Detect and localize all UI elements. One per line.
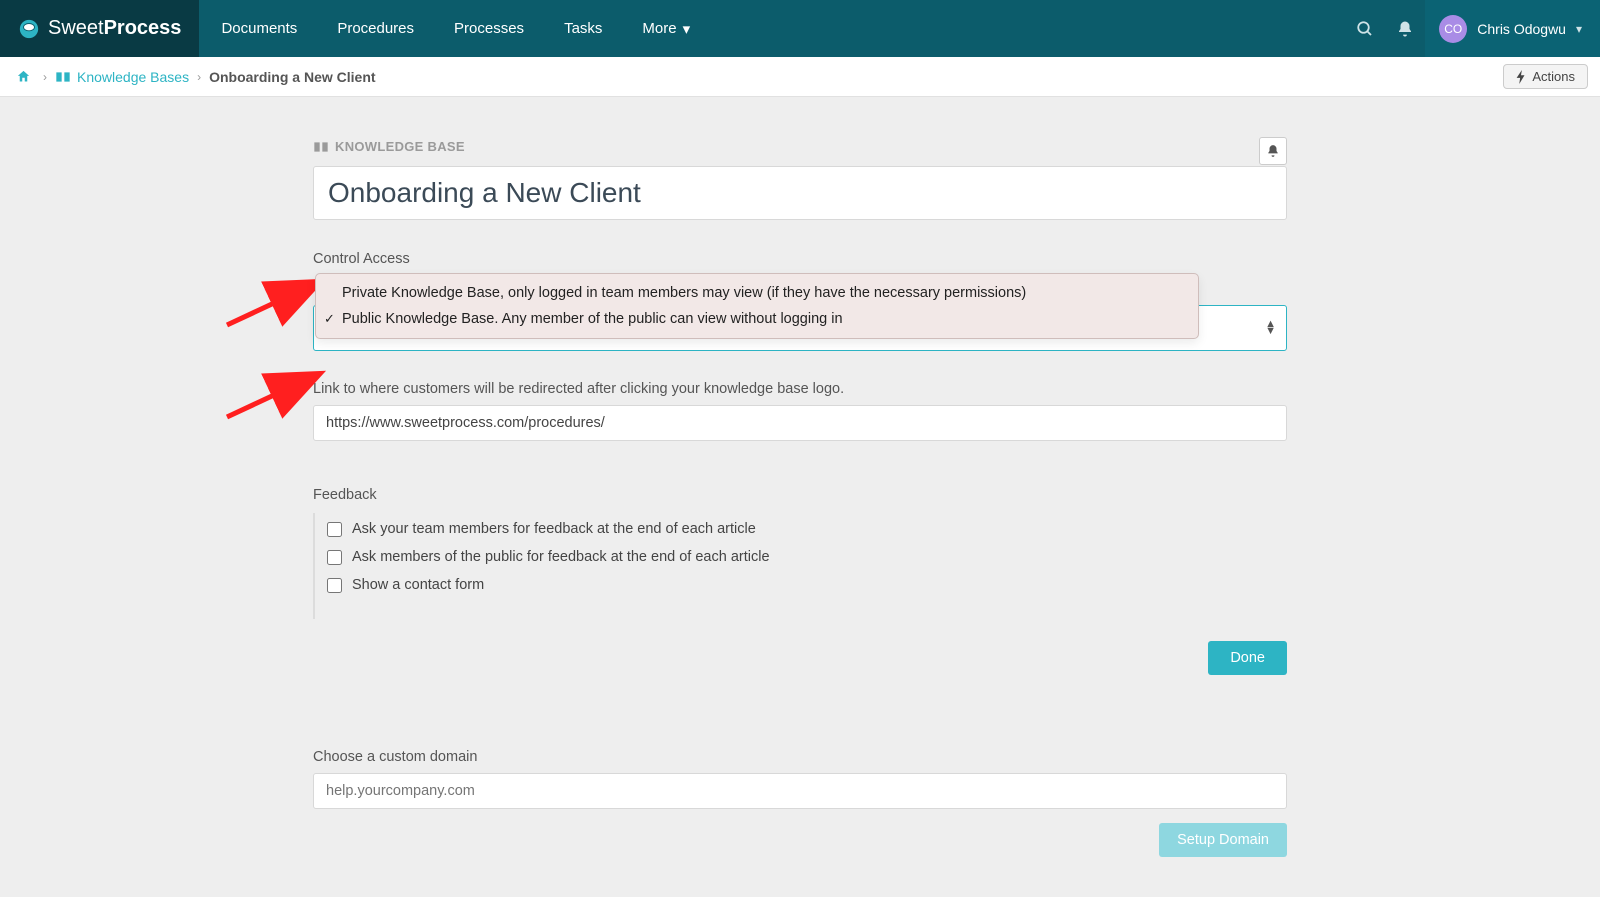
actions-button[interactable]: Actions: [1503, 64, 1588, 89]
main-content: KNOWLEDGE BASE Control Access ▲▼ Private…: [313, 97, 1287, 897]
done-button[interactable]: Done: [1208, 641, 1287, 675]
custom-domain-label: Choose a custom domain: [313, 749, 1287, 765]
user-name: Chris Odogwu: [1477, 21, 1566, 37]
subscribe-button[interactable]: [1259, 137, 1287, 165]
nav-tasks[interactable]: Tasks: [544, 0, 622, 57]
user-menu[interactable]: CO Chris Odogwu ▾: [1425, 0, 1600, 57]
custom-domain-input[interactable]: [313, 773, 1287, 809]
nav-processes[interactable]: Processes: [434, 0, 544, 57]
brand-logo[interactable]: SweetProcess: [0, 0, 199, 57]
book-icon: [313, 140, 329, 154]
breadcrumb-separator: ›: [197, 70, 201, 84]
nav-documents[interactable]: Documents: [199, 0, 317, 57]
breadcrumb-kb[interactable]: Knowledge Bases: [55, 69, 189, 85]
avatar: CO: [1439, 15, 1467, 43]
redirect-input[interactable]: [313, 405, 1287, 441]
feedback-opt-contact[interactable]: Show a contact form: [327, 571, 1287, 599]
book-icon: [55, 70, 71, 84]
nav-procedures[interactable]: Procedures: [317, 0, 434, 57]
home-link[interactable]: [12, 69, 35, 84]
notifications-button[interactable]: [1385, 20, 1425, 38]
access-dropdown: Private Knowledge Base, only logged in t…: [315, 273, 1199, 339]
top-nav: SweetProcess Documents Procedures Proces…: [0, 0, 1600, 57]
access-option-public[interactable]: Public Knowledge Base. Any member of the…: [316, 306, 1198, 332]
feedback-options: Ask your team members for feedback at th…: [313, 513, 1287, 619]
lightning-icon: [1516, 70, 1526, 84]
control-access-label: Control Access: [313, 251, 1287, 267]
checkbox[interactable]: [327, 550, 342, 565]
breadcrumb-current: Onboarding a New Client: [209, 69, 375, 85]
search-button[interactable]: [1345, 20, 1385, 38]
checkbox[interactable]: [327, 522, 342, 537]
redirect-label: Link to where customers will be redirect…: [313, 381, 1287, 397]
feedback-label: Feedback: [313, 487, 1287, 503]
chevron-down-icon: ▾: [1576, 22, 1582, 36]
bell-icon: [1266, 144, 1280, 158]
chevron-down-icon: ▾: [683, 20, 691, 38]
title-input[interactable]: [313, 166, 1287, 220]
section-label: KNOWLEDGE BASE: [313, 139, 1287, 154]
breadcrumb-bar: › Knowledge Bases › Onboarding a New Cli…: [0, 57, 1600, 97]
brand-text: SweetProcess: [48, 17, 181, 40]
setup-domain-button[interactable]: Setup Domain: [1159, 823, 1287, 857]
access-option-private[interactable]: Private Knowledge Base, only logged in t…: [316, 280, 1198, 306]
nav-more[interactable]: More▾: [622, 0, 710, 57]
checkbox[interactable]: [327, 578, 342, 593]
feedback-opt-team[interactable]: Ask your team members for feedback at th…: [327, 515, 1287, 543]
brand-icon: [18, 18, 40, 40]
home-icon: [16, 69, 31, 84]
feedback-opt-public[interactable]: Ask members of the public for feedback a…: [327, 543, 1287, 571]
breadcrumb-separator: ›: [43, 70, 47, 84]
select-arrows-icon: ▲▼: [1265, 321, 1276, 335]
nav-items: Documents Procedures Processes Tasks Mor…: [199, 0, 710, 57]
search-icon: [1356, 20, 1374, 38]
bell-icon: [1396, 20, 1414, 38]
